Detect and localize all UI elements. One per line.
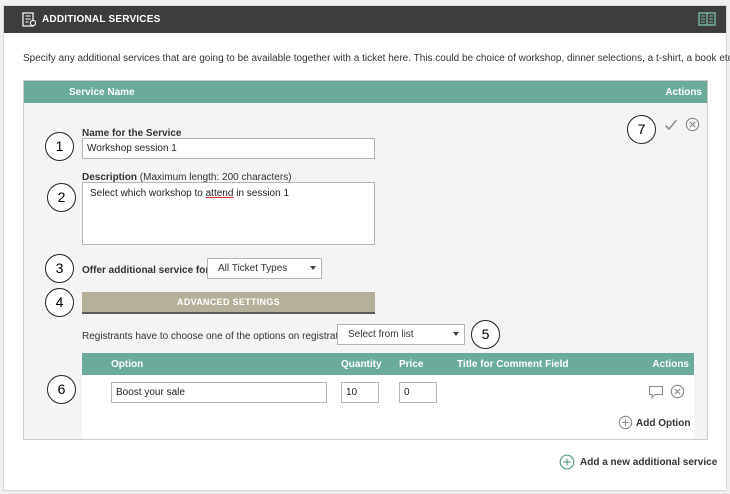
description-text-underlined: attend bbox=[205, 188, 234, 199]
services-table-header: Service Name Actions bbox=[24, 81, 707, 103]
option-quantity-input[interactable]: 10 bbox=[341, 382, 379, 403]
options-table: Option Quantity Price Title for Comment … bbox=[82, 353, 694, 439]
option-name-input[interactable]: Boost your sale bbox=[111, 382, 327, 403]
options-table-body: Boost your sale 10 0 Add Option bbox=[82, 375, 694, 439]
col-price: Price bbox=[399, 359, 424, 370]
panel-title: ADDITIONAL SERVICES bbox=[42, 14, 161, 25]
description-text-end: in session 1 bbox=[233, 188, 290, 199]
panel-header: ADDITIONAL SERVICES bbox=[4, 6, 726, 33]
add-service-label: Add a new additional service bbox=[580, 457, 718, 468]
callout-badge-2: 2 bbox=[47, 183, 76, 212]
help-book-icon[interactable] bbox=[698, 12, 716, 26]
service-name-input[interactable]: Workshop session 1 bbox=[82, 138, 375, 159]
chevron-down-icon bbox=[453, 332, 459, 336]
col-service-name: Service Name bbox=[69, 87, 135, 98]
callout-badge-4: 4 bbox=[45, 288, 74, 317]
callout-badge-7: 7 bbox=[627, 115, 656, 144]
advanced-settings-button[interactable]: ADVANCED SETTINGS bbox=[82, 292, 375, 314]
description-text-start: Select which workshop to bbox=[90, 188, 206, 199]
col-actions: Actions bbox=[665, 87, 702, 98]
remove-option-icon[interactable] bbox=[670, 384, 685, 399]
cancel-circle-icon[interactable] bbox=[685, 117, 700, 132]
plus-circle-icon bbox=[559, 454, 575, 470]
save-check-icon[interactable] bbox=[664, 118, 678, 132]
service-edit-row: 1 Name for the Service Workshop session … bbox=[24, 103, 707, 439]
col-option: Option bbox=[111, 359, 144, 370]
registrants-choice-selected: Select from list bbox=[348, 329, 414, 340]
option-price-input[interactable]: 0 bbox=[399, 382, 437, 403]
callout-badge-3: 3 bbox=[45, 254, 74, 283]
options-table-header: Option Quantity Price Title for Comment … bbox=[82, 353, 694, 375]
ticket-services-icon bbox=[22, 12, 36, 27]
registrants-choose-text: Registrants have to choose one of the op… bbox=[82, 331, 355, 342]
intro-text: Specify any additional services that are… bbox=[23, 53, 730, 64]
offer-service-label: Offer additional service for: bbox=[82, 265, 213, 276]
callout-badge-5: 5 bbox=[471, 320, 500, 349]
callout-badge-6: 6 bbox=[47, 375, 76, 404]
chevron-down-icon bbox=[310, 266, 316, 270]
registrants-choice-select[interactable]: Select from list bbox=[337, 324, 465, 345]
ticket-type-select[interactable]: All Ticket Types bbox=[207, 258, 322, 279]
services-table: Service Name Actions 1 Name for the Serv… bbox=[23, 80, 708, 440]
description-textarea[interactable]: Select which workshop to attend in sessi… bbox=[82, 182, 375, 245]
comment-icon[interactable] bbox=[648, 385, 664, 399]
callout-badge-1: 1 bbox=[45, 132, 74, 161]
add-option-label: Add Option bbox=[636, 418, 691, 429]
add-service-button[interactable]: Add a new additional service bbox=[559, 454, 719, 471]
additional-services-panel: ADDITIONAL SERVICES Specify any addition… bbox=[3, 5, 730, 491]
ticket-type-selected: All Ticket Types bbox=[218, 263, 288, 274]
plus-circle-icon bbox=[618, 415, 633, 430]
col-option-actions: Actions bbox=[652, 359, 689, 370]
col-comment-title: Title for Comment Field bbox=[457, 359, 569, 370]
col-quantity: Quantity bbox=[341, 359, 382, 370]
add-option-button[interactable]: Add Option bbox=[618, 415, 698, 431]
